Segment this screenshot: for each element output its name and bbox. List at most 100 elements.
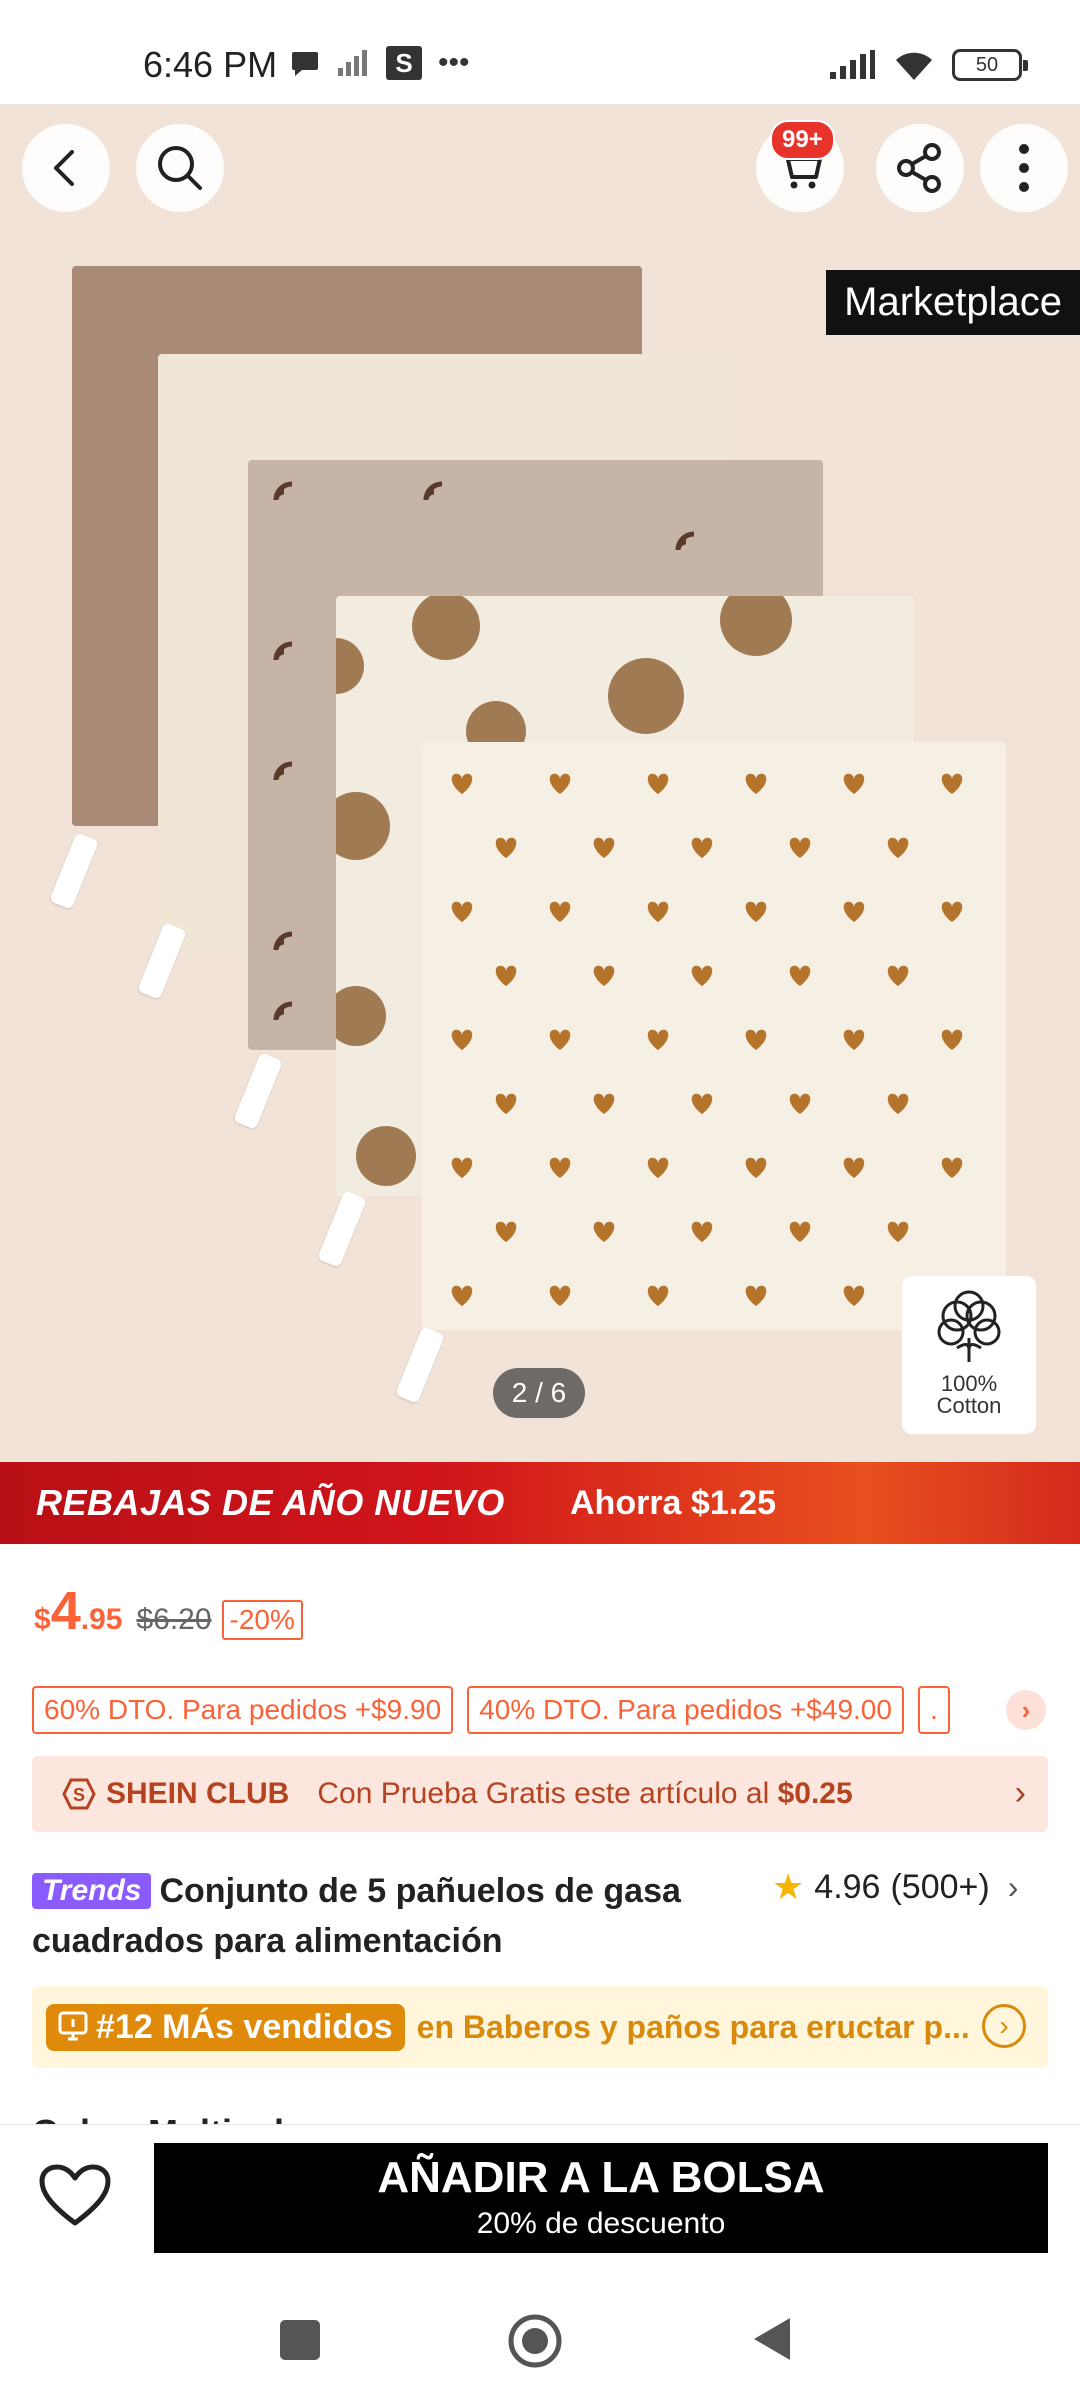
heart-print-mark xyxy=(647,901,669,922)
heart-print-mark xyxy=(451,773,473,794)
heart-print-mark xyxy=(495,965,517,986)
heart-print-mark xyxy=(593,965,615,986)
home-button[interactable] xyxy=(506,2312,564,2370)
bestseller-bar[interactable]: #12 MÁs vendidos en Baberos y paños para… xyxy=(32,1986,1048,2068)
heart-print-mark xyxy=(647,1285,669,1306)
heart-print-mark xyxy=(495,1221,517,1242)
new-year-sale-banner[interactable]: REBAJAS DE AÑO NUEVO Ahorra $1.25 xyxy=(0,1462,1080,1544)
search-button[interactable] xyxy=(136,124,224,212)
heart-print-mark xyxy=(745,1285,767,1306)
back-button[interactable] xyxy=(22,124,110,212)
promo-tag[interactable]: . xyxy=(917,1686,950,1734)
search-icon xyxy=(158,146,202,190)
product-rating[interactable]: ★ 4.96 (500+) › xyxy=(772,1866,1018,1908)
svg-text:S: S xyxy=(73,1785,85,1805)
heart-print-mark xyxy=(691,965,713,986)
review-count: (500+) xyxy=(890,1867,990,1906)
original-price: $6.20 xyxy=(136,1603,212,1636)
cloth-tag xyxy=(317,1190,367,1268)
heart-print-mark xyxy=(647,773,669,794)
status-right-icons: 50 xyxy=(828,48,1028,82)
heart-print-mark xyxy=(593,837,615,858)
chevron-right-circle-icon: › xyxy=(982,2004,1026,2048)
price-integer: 4 xyxy=(50,1581,81,1641)
heart-print-mark xyxy=(647,1157,669,1178)
heart-print-mark xyxy=(843,901,865,922)
product-title: Trends Conjunto de 5 pañuelos de gasa cua… xyxy=(32,1866,692,1966)
heart-print-mark xyxy=(593,1093,615,1114)
heart-print-mark xyxy=(843,1285,865,1306)
heart-print-mark xyxy=(451,901,473,922)
promo-tag[interactable]: 40% DTO. Para pedidos +$49.00 xyxy=(467,1686,904,1734)
heart-print-mark xyxy=(691,1221,713,1242)
heart-print-mark xyxy=(647,1029,669,1050)
heart-print-mark xyxy=(843,1157,865,1178)
bestseller-rank-badge: #12 MÁs vendidos xyxy=(46,2003,405,2051)
back-arrow-icon xyxy=(54,150,74,186)
back-nav-button[interactable] xyxy=(752,2316,792,2362)
price-row: $ 4 .95 $6.20 -20% xyxy=(34,1580,303,1642)
product-image-gallery[interactable]: 99+ Marketplace 2 / 6 100% Cotton xyxy=(0,104,1080,1462)
heart-print-mark xyxy=(887,1093,909,1114)
shein-club-label: SHEIN CLUB xyxy=(106,1777,290,1810)
cloth-tag xyxy=(49,832,99,910)
share-button[interactable] xyxy=(876,124,964,212)
rating-value: 4.96 xyxy=(814,1867,881,1906)
wifi-icon xyxy=(896,52,932,80)
price-decimal: .95 xyxy=(80,1603,123,1636)
shein-club-bar[interactable]: S SHEIN CLUB Con Prueba Gratis este artí… xyxy=(32,1756,1048,1832)
promo-tag[interactable]: 60% DTO. Para pedidos +$9.90 xyxy=(32,1686,454,1734)
star-icon: ★ xyxy=(772,1866,805,1907)
heart-print-mark xyxy=(941,1157,963,1178)
more-options-button[interactable] xyxy=(980,124,1068,212)
heart-print-mark xyxy=(451,1157,473,1178)
shein-club-text: Con Prueba Gratis este artículo al $0.25 xyxy=(317,1777,852,1811)
add-to-bag-discount: 20% de descuento xyxy=(476,2207,726,2240)
chat-bubble-icon xyxy=(292,52,318,76)
promo-more-chevron-icon[interactable]: › xyxy=(1006,1690,1046,1730)
chevron-right-icon: › xyxy=(1007,1868,1019,1905)
heart-print-mark xyxy=(941,901,963,922)
cotton-badge-line2: Cotton xyxy=(936,1393,1002,1418)
heart-print-mark xyxy=(843,1029,865,1050)
heart-print-mark xyxy=(549,773,571,794)
add-to-bag-button[interactable]: AÑADIR A LA BOLSA 20% de descuento xyxy=(154,2143,1048,2253)
marketplace-label: Marketplace xyxy=(826,270,1080,335)
price-currency: $ xyxy=(34,1603,51,1636)
heart-print-mark xyxy=(495,837,517,858)
heart-print-mark xyxy=(549,1157,571,1178)
cotton-badge-line1: 100% xyxy=(940,1371,998,1396)
heart-print-mark xyxy=(843,773,865,794)
trends-badge: Trends xyxy=(32,1873,152,1909)
heart-print-mark xyxy=(789,965,811,986)
wishlist-button[interactable] xyxy=(38,2163,112,2234)
more-notifications-icon: ••• xyxy=(438,46,470,79)
heart-print-mark xyxy=(691,1093,713,1114)
heart-print-mark xyxy=(887,965,909,986)
bestseller-category: en Baberos y paños para eructar p... xyxy=(416,2008,970,2045)
heart-print-mark xyxy=(887,837,909,858)
heart-print-mark xyxy=(789,1221,811,1242)
heart-print-mark xyxy=(789,837,811,858)
heart-print-mark xyxy=(593,1221,615,1242)
cloth-tag xyxy=(395,1326,445,1404)
cart-count-badge: 99+ xyxy=(770,120,835,160)
heart-print-mark xyxy=(691,837,713,858)
shein-club-message: Con Prueba Gratis este artículo al xyxy=(317,1777,778,1810)
heart-print-mark xyxy=(941,1029,963,1050)
s-app-icon: S xyxy=(386,46,422,80)
promo-tags[interactable]: 60% DTO. Para pedidos +$9.90 40% DTO. Pa… xyxy=(32,1686,950,1734)
heart-print-mark xyxy=(549,901,571,922)
heart-print-mark xyxy=(745,1157,767,1178)
heart-print-mark xyxy=(549,1285,571,1306)
heart-print-mark xyxy=(451,1285,473,1306)
sale-banner-savings: Ahorra $1.25 xyxy=(570,1484,776,1522)
status-time: 6:46 PM xyxy=(143,44,278,85)
system-navigation-bar xyxy=(0,2274,1080,2400)
status-notification-icons: S ••• xyxy=(290,46,470,80)
heart-print-mark xyxy=(941,773,963,794)
cloth-heart-print xyxy=(422,742,1006,1330)
add-to-bag-label: AÑADIR A LA BOLSA xyxy=(377,2153,825,2202)
shein-club-price: $0.25 xyxy=(777,1777,853,1810)
recents-button[interactable] xyxy=(280,2320,320,2360)
